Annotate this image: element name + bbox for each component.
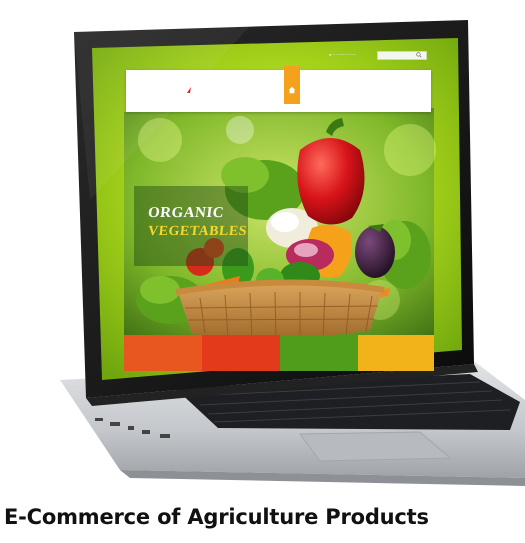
search-icon[interactable] — [416, 52, 422, 58]
home-icon — [288, 86, 296, 94]
category-tiles — [124, 335, 434, 371]
logo-leaf-icon — [187, 87, 191, 93]
nav-home-button[interactable] — [284, 66, 300, 104]
top-links: ● ─ ─── ─ ── — [329, 52, 356, 57]
hero-subtitle-title: VEGETABLES — [147, 224, 248, 239]
site-header — [126, 70, 431, 112]
hero-title: ORGANIC — [147, 205, 225, 221]
category-tile[interactable] — [202, 335, 280, 371]
category-tile[interactable] — [124, 335, 202, 371]
category-tile[interactable] — [280, 335, 358, 371]
image-caption: E-Commerce of Agriculture Products — [4, 505, 429, 529]
website-screen: ● ─ ─── ─ ── ORGANIC VEGETABLES — [0, 0, 525, 500]
category-tile[interactable] — [358, 335, 434, 371]
